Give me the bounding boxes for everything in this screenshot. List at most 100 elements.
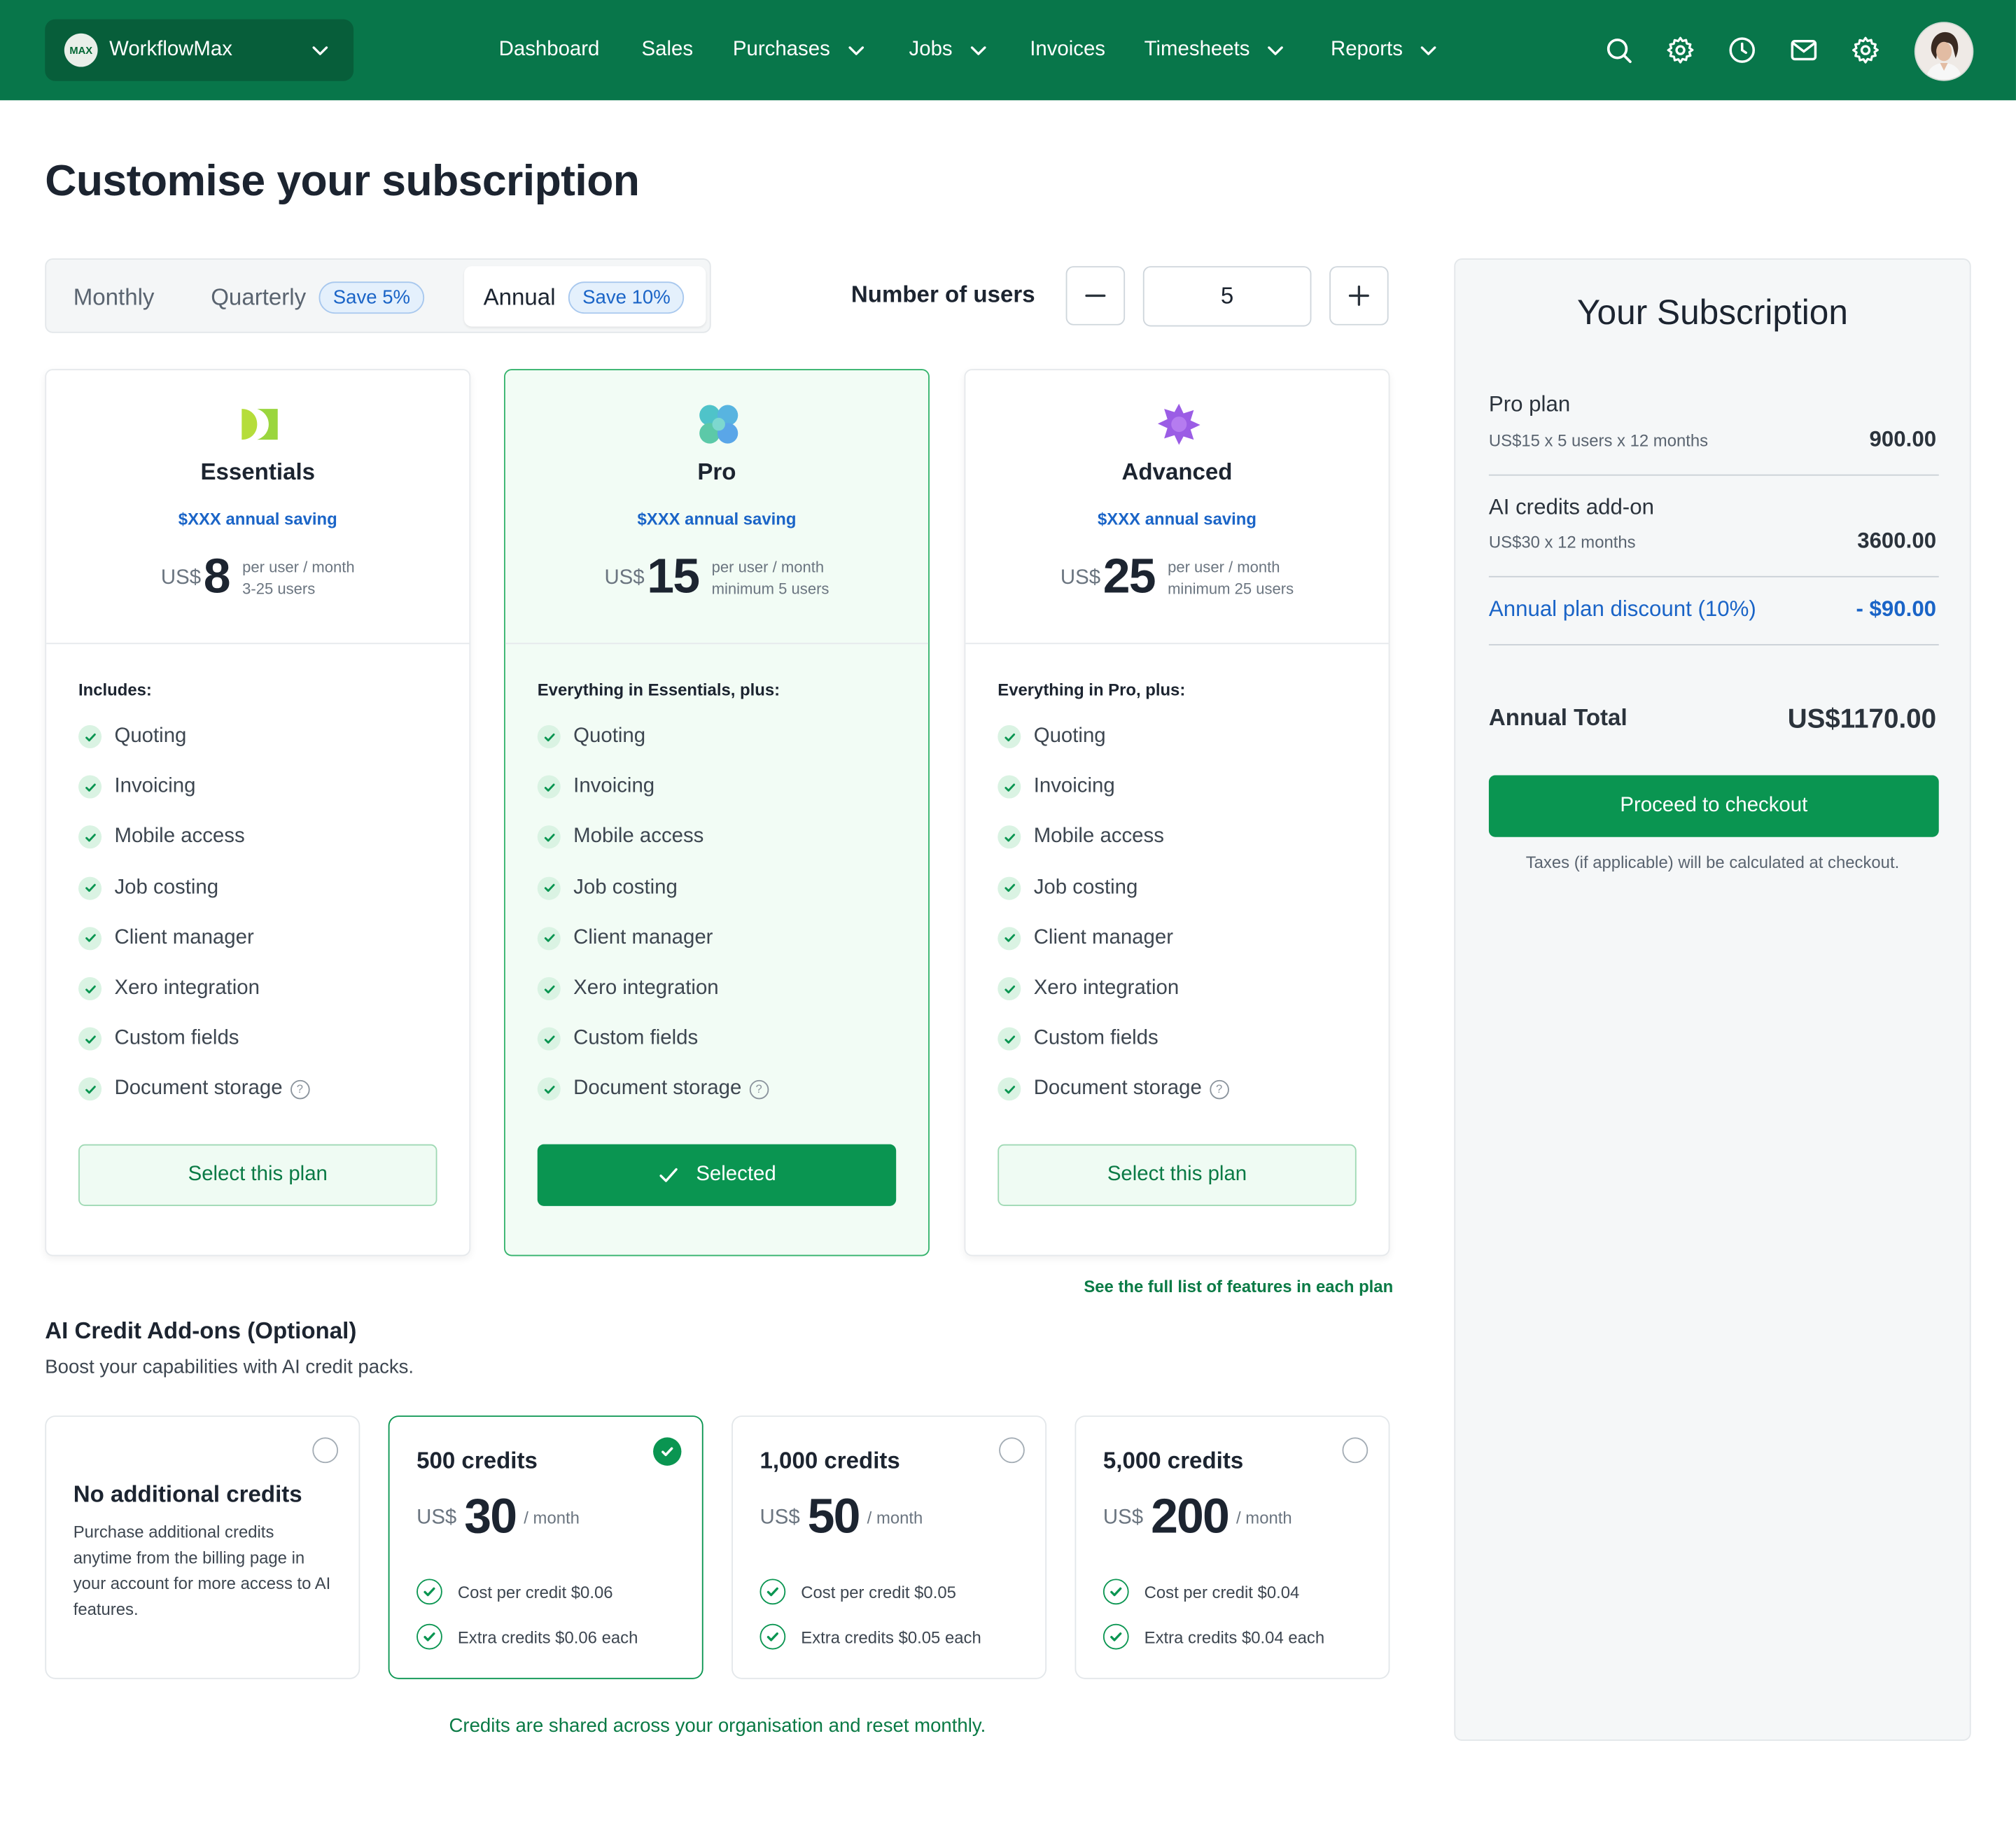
check-circle-icon [760, 1623, 786, 1650]
users-count-input[interactable] [1142, 266, 1312, 327]
tab-annual[interactable]: Annual Save 10% [484, 260, 685, 335]
nav-reports[interactable]: Reports [1331, 0, 1438, 100]
decrease-users-button[interactable] [1065, 266, 1126, 326]
radio-checked-icon[interactable] [653, 1437, 682, 1466]
feature-item: Invoicing [78, 775, 195, 799]
feature-item: Client manager [537, 926, 713, 950]
check-icon [997, 976, 1021, 1000]
org-switcher[interactable]: MAX WorkflowMax [45, 19, 354, 81]
currency-label: US$ [1060, 566, 1101, 589]
radio-button[interactable] [1342, 1437, 1368, 1464]
addon-none-description: Purchase additional credits anytime from… [73, 1522, 331, 1619]
currency-label: US$ [604, 566, 645, 589]
addon-price: US$ 30 / month [416, 1490, 580, 1546]
feature-item: Job costing [78, 876, 218, 899]
settings-icon[interactable] [1850, 35, 1881, 66]
chevron-down-icon [312, 46, 328, 55]
number-of-users-label: Number of users [850, 281, 1035, 307]
addon-title: 1,000 credits [760, 1448, 900, 1474]
radio-button[interactable] [312, 1437, 339, 1464]
check-icon [537, 825, 561, 849]
summary-plan-label: Pro plan [1488, 392, 1571, 417]
nav-invoices[interactable]: Invoices [1030, 0, 1105, 100]
avatar[interactable] [1914, 22, 1974, 81]
check-circle-icon [760, 1578, 786, 1605]
feature-item: Mobile access [997, 825, 1164, 849]
currency-label: US$ [160, 566, 202, 589]
gear-icon[interactable] [1665, 35, 1696, 66]
nav-sales[interactable]: Sales [642, 0, 694, 100]
plus-icon [1348, 285, 1369, 306]
advanced-logo-icon [1157, 403, 1200, 445]
nav-jobs[interactable]: Jobs [909, 0, 989, 100]
price-meta: per user / month minimum 5 users [712, 556, 830, 599]
summary-plan-detail: US$15 x 5 users x 12 months [1488, 430, 1709, 450]
select-plan-button[interactable]: Select this plan [78, 1144, 438, 1206]
check-circle-icon [416, 1623, 442, 1650]
feature-item: Mobile access [78, 825, 245, 849]
taxes-note: Taxes (if applicable) will be calculated… [1525, 852, 1900, 872]
feature-label: Client manager [114, 926, 254, 949]
check-icon [537, 1077, 561, 1101]
nav-sales-label: Sales [641, 38, 694, 61]
check-icon [78, 876, 102, 899]
plan-annual-saving: $XXX annual saving [1098, 509, 1256, 528]
addon-card-none[interactable]: No additional credits Purchase additiona… [45, 1415, 360, 1679]
feature-item: Document storage? [537, 1077, 769, 1101]
feature-label: Custom fields [1033, 1027, 1158, 1050]
price-meta: per user / month 3-25 users [242, 556, 354, 599]
nav-dashboard[interactable]: Dashboard [499, 0, 600, 100]
mail-icon[interactable] [1788, 35, 1819, 66]
addon-title: 5,000 credits [1102, 1448, 1244, 1474]
addon-price: US$ 200 / month [1103, 1490, 1292, 1546]
nav-invoices-label: Invoices [1030, 38, 1106, 61]
tab-monthly-label: Monthly [73, 283, 155, 309]
tab-quarterly[interactable]: Quarterly Save 5% [211, 260, 425, 335]
addon-card[interactable]: 1,000 credits US$ 50 / month Cost per cr… [732, 1415, 1047, 1679]
select-plan-button[interactable]: Select this plan [997, 1144, 1357, 1206]
plan-button-label: Select this plan [188, 1163, 328, 1186]
nav-timesheets[interactable]: Timesheets [1144, 0, 1286, 100]
plan-card-pro: Pro $XXX annual saving US$ 15 per user /… [503, 369, 930, 1256]
increase-users-button[interactable] [1329, 266, 1389, 326]
addon-card[interactable]: 500 credits US$ 30 / month Cost per cred… [388, 1415, 704, 1679]
includes-heading: Everything in Essentials, plus: [537, 680, 780, 700]
check-icon [537, 976, 561, 1000]
addon-detail-text: Extra credits $0.05 each [801, 1627, 981, 1646]
feature-label: Custom fields [114, 1027, 239, 1050]
nav-purchases-label: Purchases [732, 38, 830, 61]
price-period: / month [1236, 1508, 1292, 1527]
help-icon[interactable]: ? [290, 1079, 310, 1100]
tab-monthly[interactable]: Monthly [74, 260, 155, 335]
annual-total-value: US$1170.00 [1787, 704, 1937, 734]
nav-purchases[interactable]: Purchases [733, 0, 866, 100]
summary-discount-value: - $90.00 [1856, 596, 1937, 622]
proceed-to-checkout-button[interactable]: Proceed to checkout [1488, 775, 1939, 837]
feature-label: Xero integration [1033, 976, 1180, 1000]
price-amount: 200 [1151, 1490, 1230, 1544]
addon-card[interactable]: 5,000 credits US$ 200 / month Cost per c… [1074, 1415, 1390, 1679]
addon-detail-text: Extra credits $0.04 each [1144, 1627, 1325, 1646]
nav-dashboard-label: Dashboard [498, 38, 600, 61]
check-icon [997, 926, 1021, 950]
price-unit: per user / month [711, 557, 825, 575]
includes-heading: Everything in Pro, plus: [997, 680, 1186, 700]
check-icon [78, 775, 102, 799]
addon-none-title: No additional credits [73, 1480, 302, 1507]
search-icon[interactable] [1603, 35, 1634, 66]
feature-item: Quoting [997, 724, 1106, 748]
feature-item: Document storage? [78, 1077, 310, 1101]
feature-item: Document storage? [997, 1077, 1229, 1101]
help-icon[interactable]: ? [749, 1079, 769, 1100]
addon-detail: Extra credits $0.05 each [760, 1623, 981, 1650]
help-icon[interactable]: ? [1209, 1079, 1229, 1100]
check-icon [997, 876, 1021, 899]
check-icon [78, 724, 102, 748]
full-features-link[interactable]: See the full list of features in each pl… [1084, 1277, 1393, 1296]
user-avatar-icon [1915, 23, 1973, 80]
price-period: / month [867, 1508, 923, 1527]
plan-selected-button[interactable]: Selected [537, 1144, 897, 1206]
clock-icon[interactable] [1727, 35, 1758, 66]
radio-button[interactable] [999, 1437, 1025, 1464]
divider [505, 643, 929, 645]
